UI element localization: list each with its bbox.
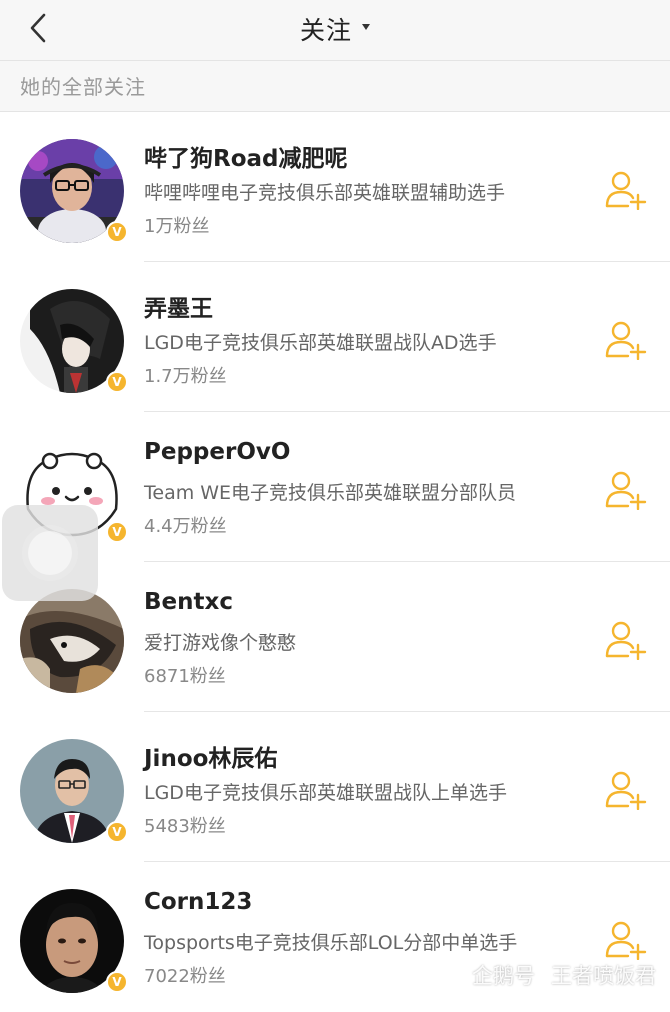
fan-count: 7022粉丝 (144, 966, 226, 987)
add-user-icon (605, 621, 647, 661)
add-user-icon (605, 171, 647, 211)
verified-badge-label: V (112, 975, 122, 989)
caret-down-icon (362, 24, 370, 30)
user-name[interactable]: Bentxc (144, 589, 233, 615)
list-item[interactable]: V 哔了狗Road减肥呢 哔哩哔哩电子竞技俱乐部英雄联盟辅助选手 1万粉丝 (0, 112, 670, 262)
user-description: LGD电子竞技俱乐部英雄联盟战队上单选手 (144, 782, 507, 804)
assistive-touch-inner (28, 531, 72, 575)
avatar[interactable] (20, 589, 124, 693)
fan-count: 6871粉丝 (144, 666, 226, 687)
add-user-icon (605, 771, 647, 811)
follow-button[interactable] (604, 170, 648, 211)
follow-button[interactable] (604, 470, 648, 511)
navigation-bar: 关注 (0, 0, 670, 61)
watermark: 企鹅号 王者喷饭君 (444, 960, 656, 990)
user-description: Team WE电子竞技俱乐部英雄联盟分部队员 (144, 482, 517, 504)
fan-count: 1.7万粉丝 (144, 366, 227, 387)
follow-button[interactable] (604, 320, 648, 361)
verified-badge: V (106, 521, 128, 543)
fan-count: 5483粉丝 (144, 816, 226, 837)
watermark-author: 王者喷饭君 (551, 964, 656, 988)
user-name[interactable]: 弄墨王 (144, 289, 213, 323)
verified-badge-label: V (112, 525, 122, 539)
verified-badge: V (106, 971, 128, 993)
follow-button[interactable] (604, 620, 648, 661)
page-title: 关注 (299, 16, 352, 45)
list-item[interactable]: V PepperOvO Team WE电子竞技俱乐部英雄联盟分部队员 4.4万粉… (0, 412, 670, 562)
user-name[interactable]: Jinoo林辰佑 (144, 739, 277, 773)
list-item[interactable]: V Jinoo林辰佑 LGD电子竞技俱乐部英雄联盟战队上单选手 5483粉丝 (0, 712, 670, 862)
user-name[interactable]: 哔了狗Road减肥呢 (144, 139, 348, 173)
title-dropdown[interactable]: 关注 (0, 0, 670, 58)
verified-badge-label: V (112, 375, 122, 389)
follow-button[interactable] (604, 920, 648, 961)
verified-badge-label: V (112, 825, 122, 839)
user-description: 哔哩哔哩电子竞技俱乐部英雄联盟辅助选手 (144, 182, 506, 204)
fan-count: 1万粉丝 (144, 216, 210, 237)
user-name[interactable]: PepperOvO (144, 439, 290, 465)
section-header: 她的全部关注 (0, 61, 670, 112)
list-item[interactable]: V 弄墨王 LGD电子竞技俱乐部英雄联盟战队AD选手 1.7万粉丝 (0, 262, 670, 412)
add-user-icon (605, 471, 647, 511)
user-description: Topsports电子竞技俱乐部LOL分部中单选手 (144, 932, 518, 954)
verified-badge-label: V (112, 225, 122, 239)
fan-count: 4.4万粉丝 (144, 516, 227, 537)
section-label: 她的全部关注 (20, 75, 146, 99)
watermark-platform: 企鹅号 (472, 964, 535, 988)
assistive-touch-button[interactable] (2, 505, 98, 601)
list-item[interactable]: Bentxc 爱打游戏像个憨憨 6871粉丝 (0, 562, 670, 712)
penguin-logo-icon (446, 965, 464, 987)
user-description: LGD电子竞技俱乐部英雄联盟战队AD选手 (144, 332, 497, 354)
add-user-icon (605, 321, 647, 361)
follow-button[interactable] (604, 770, 648, 811)
verified-badge: V (106, 821, 128, 843)
verified-badge: V (106, 371, 128, 393)
add-user-icon (605, 921, 647, 961)
user-description: 爱打游戏像个憨憨 (144, 632, 297, 654)
verified-badge: V (106, 221, 128, 243)
user-name[interactable]: Corn123 (144, 889, 252, 915)
